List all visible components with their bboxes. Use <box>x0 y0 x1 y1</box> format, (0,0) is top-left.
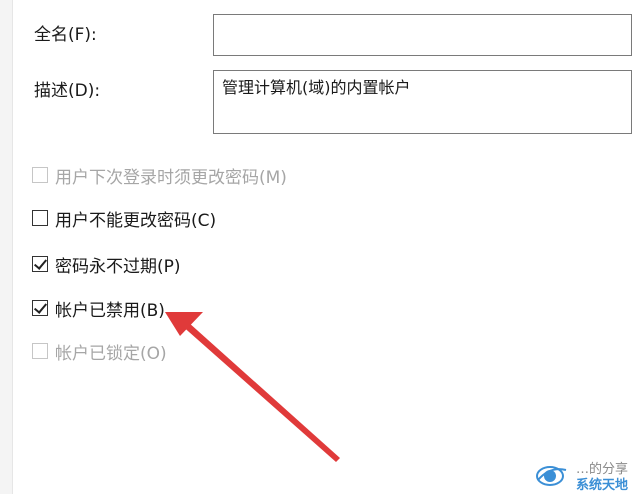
watermark-brand: 系统天地 <box>576 478 629 493</box>
arrow-shaft <box>180 322 340 462</box>
red-annotation-arrow <box>165 312 340 462</box>
globe-icon <box>536 466 567 486</box>
watermark-logo: …的分享 系统天地 <box>536 458 634 493</box>
